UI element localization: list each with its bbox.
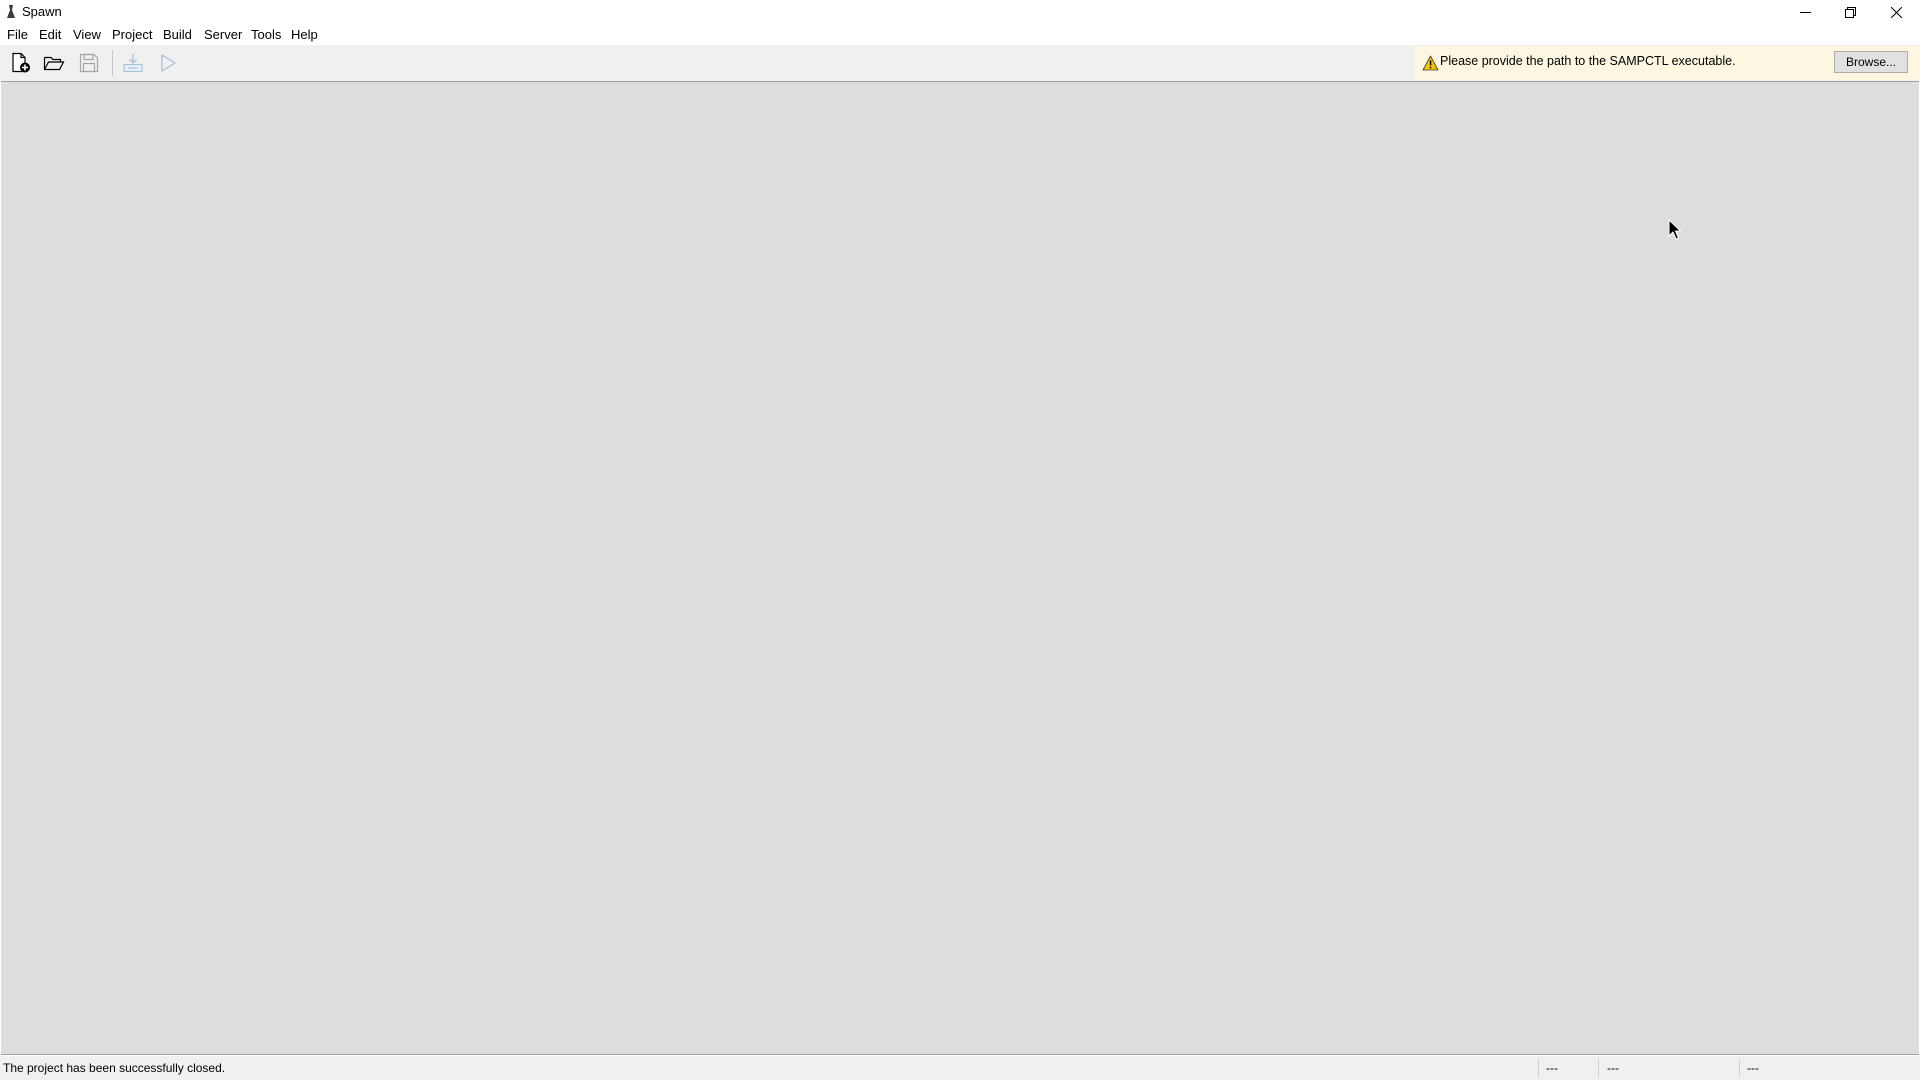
- notification-message: Please provide the path to the SAMPCTL e…: [1440, 54, 1736, 68]
- menu-project[interactable]: Project: [111, 25, 153, 45]
- close-button[interactable]: [1873, 0, 1919, 25]
- notification-bar: Please provide the path to the SAMPCTL e…: [1414, 46, 1920, 80]
- status-message: The project has been successfully closed…: [3, 1061, 226, 1075]
- status-divider: [1598, 1059, 1599, 1077]
- save-button[interactable]: [75, 49, 103, 77]
- menu-view[interactable]: View: [72, 25, 102, 45]
- menu-server[interactable]: Server: [203, 25, 243, 45]
- run-icon: [161, 54, 176, 72]
- warning-icon: [1422, 55, 1439, 71]
- open-project-button[interactable]: [40, 49, 68, 77]
- menu-tools[interactable]: Tools: [250, 25, 282, 45]
- restore-button[interactable]: [1827, 0, 1873, 25]
- window-title: Spawn: [22, 4, 62, 19]
- status-divider: [1538, 1059, 1539, 1077]
- mouse-cursor-icon: [1668, 219, 1682, 240]
- status-divider: [1739, 1059, 1740, 1077]
- menu-edit[interactable]: Edit: [38, 25, 62, 45]
- status-field-3: ---: [1747, 1061, 1759, 1075]
- menu-help[interactable]: Help: [290, 25, 319, 45]
- menu-file[interactable]: File: [6, 25, 29, 45]
- new-project-button[interactable]: [7, 49, 35, 77]
- restore-icon: [1844, 7, 1856, 18]
- build-icon: [123, 54, 143, 73]
- browse-button[interactable]: Browse...: [1834, 51, 1908, 73]
- title-bar: Spawn: [0, 0, 1920, 25]
- save-icon: [79, 53, 99, 73]
- open-folder-icon: [43, 56, 65, 71]
- app-icon: [7, 5, 15, 18]
- workspace-area: [1, 81, 1919, 1055]
- minimize-button[interactable]: [1782, 0, 1828, 25]
- build-button[interactable]: [119, 49, 147, 77]
- minimize-icon: [1799, 12, 1811, 13]
- status-field-2: ---: [1607, 1061, 1619, 1075]
- toolbar-separator: [112, 50, 113, 76]
- status-bar: The project has been successfully closed…: [0, 1056, 1920, 1080]
- menu-build[interactable]: Build: [162, 25, 193, 45]
- status-field-1: ---: [1546, 1061, 1558, 1075]
- close-icon: [1890, 7, 1902, 18]
- new-project-icon: [12, 52, 30, 73]
- menu-bar: File Edit View Project Build Server Tool…: [0, 25, 1920, 45]
- run-button[interactable]: [154, 49, 182, 77]
